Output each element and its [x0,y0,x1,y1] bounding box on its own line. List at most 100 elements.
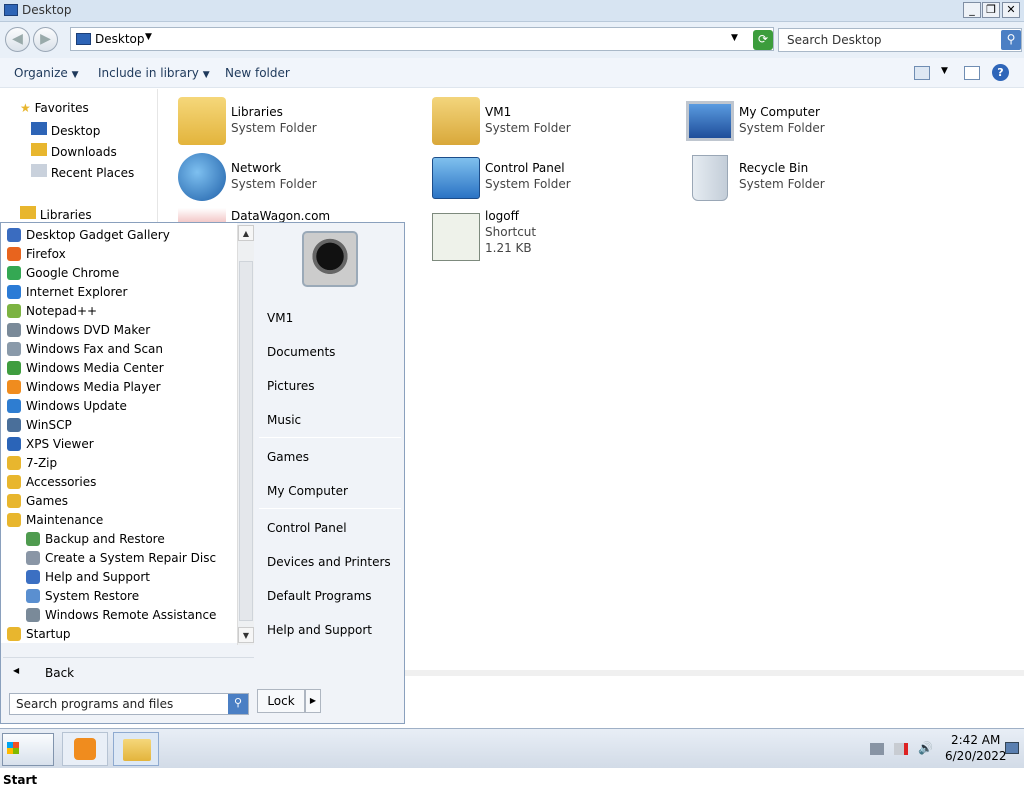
action-center-icon[interactable] [870,743,884,755]
nav-item-recent-places[interactable]: Recent Places [31,164,134,180]
start-link-music[interactable]: Music [267,413,301,427]
program-icon [7,399,21,413]
search-box[interactable]: Search Desktop ⚲ [778,28,1022,52]
back-button[interactable]: ◀ Back [3,657,254,687]
program-item[interactable]: Create a System Repair Disc [1,549,237,568]
volume-icon[interactable]: 🔊 [918,741,933,755]
program-list-scrollbar[interactable]: ▲ ▼ [237,225,254,645]
restore-button[interactable]: ❐ [982,2,1000,18]
computer-icon [686,101,734,141]
search-input[interactable]: Search Desktop [787,33,882,47]
help-icon[interactable]: ? [992,64,1009,81]
start-link-games[interactable]: Games [267,450,309,464]
program-icon [7,380,21,394]
program-icon [7,266,21,280]
program-item[interactable]: Windows DVD Maker [1,321,237,340]
program-label: 7-Zip [26,456,58,470]
start-separator [259,508,401,509]
window-title-bar[interactable]: Desktop _ ❐ ✕ [0,0,1024,22]
start-link-documents[interactable]: Documents [267,345,335,359]
desktop-icon [31,122,47,135]
include-in-library-button[interactable]: Include in library ▼ [98,66,210,80]
program-label: Firefox [26,247,66,261]
program-item[interactable]: Firefox [1,245,237,264]
program-item[interactable]: Windows Media Center [1,359,237,378]
back-nav-button[interactable]: ◀ [5,27,30,52]
program-icon [7,228,21,242]
view-options-icon[interactable] [914,66,930,80]
nav-libraries[interactable]: Libraries [20,206,92,222]
scroll-up-icon[interactable]: ▲ [238,225,254,241]
program-item[interactable]: Backup and Restore [1,530,237,549]
program-item[interactable]: Windows Fax and Scan [1,340,237,359]
program-item[interactable]: 7-Zip [1,454,237,473]
program-icon [26,608,40,622]
address-bar[interactable]: Desktop ▼ ▼ [70,27,774,51]
program-item[interactable]: Google Chrome [1,264,237,283]
lock-button[interactable]: Lock [257,689,305,713]
clock-time[interactable]: 2:42 AM [951,733,1000,747]
desktop-icon [4,4,18,16]
start-link-pictures[interactable]: Pictures [267,379,315,393]
program-item[interactable]: Windows Update [1,397,237,416]
program-icon [7,627,21,641]
program-item[interactable]: Games [1,492,237,511]
program-item[interactable]: Help and Support [1,568,237,587]
organize-button[interactable]: Organize ▼ [14,66,79,80]
shutdown-options-arrow-icon[interactable]: ▶ [305,689,321,713]
program-item[interactable]: XPS Viewer [1,435,237,454]
start-link-vm1[interactable]: VM1 [267,311,293,325]
program-icon [7,342,21,356]
network-tray-icon[interactable] [894,743,908,755]
program-item[interactable]: Startup [1,625,237,644]
address-location[interactable]: Desktop [95,32,145,46]
program-item[interactable]: System Restore [1,587,237,606]
program-item[interactable]: Windows Remote Assistance [1,606,237,625]
program-item[interactable]: Internet Explorer [1,283,237,302]
forward-nav-button[interactable]: ▶ [33,27,58,52]
view-chevron-icon[interactable]: ▼ [941,66,948,76]
nav-item-desktop[interactable]: Desktop [31,122,100,138]
start-search-input[interactable]: Search programs and files [16,697,173,711]
scroll-thumb[interactable] [239,261,253,621]
breadcrumb-chevron-icon[interactable]: ▼ [145,32,152,42]
program-icon [26,532,40,546]
program-item[interactable]: Maintenance [1,511,237,530]
program-item[interactable]: Notepad++ [1,302,237,321]
control-panel-icon [432,157,480,199]
show-desktop-icon[interactable] [1005,742,1019,754]
start-link-help-and-support[interactable]: Help and Support [267,623,372,637]
preview-pane-icon[interactable] [964,66,980,80]
refresh-icon[interactable]: ⟳ [753,30,773,50]
program-item[interactable]: WinSCP [1,416,237,435]
start-link-devices-and-printers[interactable]: Devices and Printers [267,555,391,569]
clock-date[interactable]: 6/20/2022 [945,749,1007,763]
program-item[interactable]: Desktop Gadget Gallery [1,226,237,245]
program-item[interactable]: Accessories [1,473,237,492]
new-folder-button[interactable]: New folder [225,66,290,80]
program-label: Help and Support [45,570,150,584]
start-search-box[interactable]: Search programs and files ⚲ [9,693,249,715]
taskbar-explorer-button[interactable] [113,732,159,766]
start-button[interactable]: Start [2,733,54,787]
program-icon [7,456,21,470]
user-folder-icon [432,97,480,145]
search-icon[interactable]: ⚲ [228,694,248,714]
minimize-button[interactable]: _ [963,2,981,18]
search-icon[interactable]: ⚲ [1001,30,1021,50]
address-history-chevron-icon[interactable]: ▼ [731,33,738,43]
start-link-default-programs[interactable]: Default Programs [267,589,372,603]
program-list: Desktop Gadget Gallery Firefox Google Chro… [1,223,237,643]
start-link-control-panel[interactable]: Control Panel [267,521,347,535]
scroll-down-icon[interactable]: ▼ [238,627,254,643]
program-label: Games [26,494,68,508]
start-link-my-computer[interactable]: My Computer [267,484,348,498]
nav-item-downloads[interactable]: Downloads [31,143,117,159]
close-button[interactable]: ✕ [1002,2,1020,18]
nav-favorites[interactable]: ★ Favorites [20,101,89,115]
program-icon [7,361,21,375]
program-label: Accessories [26,475,97,489]
taskbar-media-player-button[interactable] [62,732,108,766]
user-picture-avatar[interactable] [302,231,358,287]
program-item[interactable]: Windows Media Player [1,378,237,397]
